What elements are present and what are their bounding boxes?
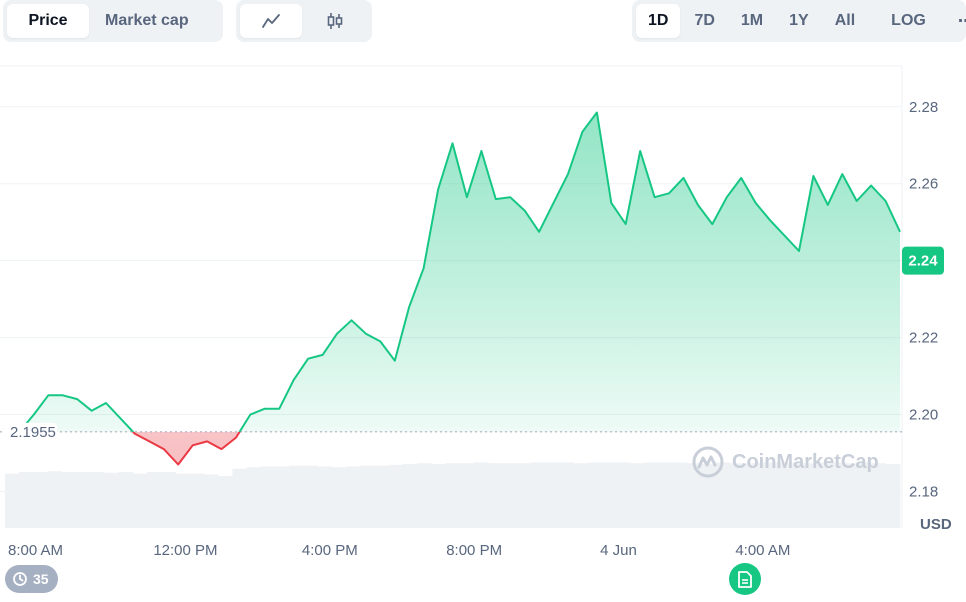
volume-bar — [601, 462, 617, 528]
y-axis-unit: USD — [920, 516, 952, 533]
volume-bar — [544, 462, 560, 528]
volume-bar — [274, 466, 290, 528]
volume-bar — [118, 472, 134, 528]
volume-bar — [104, 472, 120, 528]
volume-bar — [189, 473, 205, 528]
volume-bar — [175, 473, 191, 528]
volume-bar — [516, 463, 532, 528]
history-badge[interactable]: 35 — [5, 565, 58, 593]
volume-bar — [147, 472, 162, 528]
volume-bar — [33, 472, 49, 528]
history-count: 35 — [33, 571, 49, 587]
volume-bar — [473, 462, 489, 528]
volume-bar — [303, 465, 319, 528]
news-marker[interactable] — [729, 563, 761, 595]
x-tick-label: 12:00 PM — [153, 542, 217, 559]
volume-bar — [644, 462, 659, 528]
volume-bar — [331, 467, 347, 528]
y-tick-label: 2.18 — [909, 483, 938, 500]
volume-bar — [445, 463, 461, 528]
volume-bar — [76, 472, 91, 528]
volume-bar — [232, 468, 248, 528]
x-tick-label: 4 Jun — [600, 542, 637, 559]
volume-bar — [132, 473, 148, 528]
volume-bar — [587, 462, 603, 528]
volume-bar — [345, 466, 361, 528]
history-icon — [13, 572, 27, 586]
volume-bar — [488, 463, 503, 528]
price-area-fade — [5, 112, 900, 432]
watermark-text: CoinMarketCap — [732, 450, 879, 473]
volume-bar — [615, 462, 631, 528]
y-tick-label: 2.20 — [909, 407, 938, 424]
volume-bar — [416, 463, 432, 528]
volume-bar — [374, 465, 390, 528]
document-icon — [738, 570, 752, 588]
current-price-value: 2.24 — [908, 253, 938, 270]
volume-bar — [388, 464, 404, 528]
y-tick-label: 2.28 — [909, 99, 938, 116]
volume-bar — [573, 463, 588, 528]
volume-bar — [559, 462, 574, 528]
volume-bar — [672, 462, 688, 528]
open-price-value: 2.1955 — [10, 424, 56, 441]
x-tick-label: 8:00 AM — [8, 542, 63, 559]
volume-bar — [630, 463, 645, 528]
x-axis: 8:00 AM 12:00 PM 4:00 PM 8:00 PM 4 Jun 4:00 A… — [8, 542, 790, 559]
volume-bar — [203, 474, 219, 528]
volume-bar — [431, 464, 446, 528]
volume-bar — [19, 472, 34, 528]
volume-bar — [317, 466, 333, 528]
x-tick-label: 8:00 PM — [446, 542, 502, 559]
volume-bar — [502, 463, 517, 528]
volume-bar — [530, 462, 546, 528]
volume-bar — [260, 466, 276, 528]
volume-bar — [246, 467, 262, 528]
volume-bar — [47, 471, 63, 528]
volume-bar — [90, 472, 105, 528]
volume-bar — [61, 472, 77, 528]
price-area — [5, 112, 900, 465]
open-price-label: 2.1955 — [5, 422, 57, 443]
volume-bar — [5, 473, 20, 528]
volume-bar — [402, 464, 418, 528]
y-tick-label: 2.22 — [909, 330, 938, 347]
volume-bar — [161, 472, 176, 528]
current-price-label: 2.24 — [902, 246, 944, 275]
y-axis: 2.18 2.20 2.22 2.24 2.26 2.28 — [909, 99, 938, 501]
y-tick-label: 2.26 — [909, 176, 938, 193]
x-tick-label: 4:00 AM — [735, 542, 790, 559]
volume-bar — [360, 465, 375, 528]
coinmarketcap-logo-icon — [692, 446, 724, 478]
volume-bar — [218, 476, 233, 528]
x-tick-label: 4:00 PM — [302, 542, 358, 559]
volume-bar — [885, 464, 901, 528]
price-chart: 2.18 2.20 2.22 2.24 2.26 2.28 8:00 AM 12:00 PM… — [0, 65, 952, 559]
volume-bar — [459, 463, 475, 528]
volume-bar — [658, 462, 674, 528]
coinmarketcap-watermark: CoinMarketCap — [692, 446, 879, 478]
volume-bar — [289, 465, 304, 528]
